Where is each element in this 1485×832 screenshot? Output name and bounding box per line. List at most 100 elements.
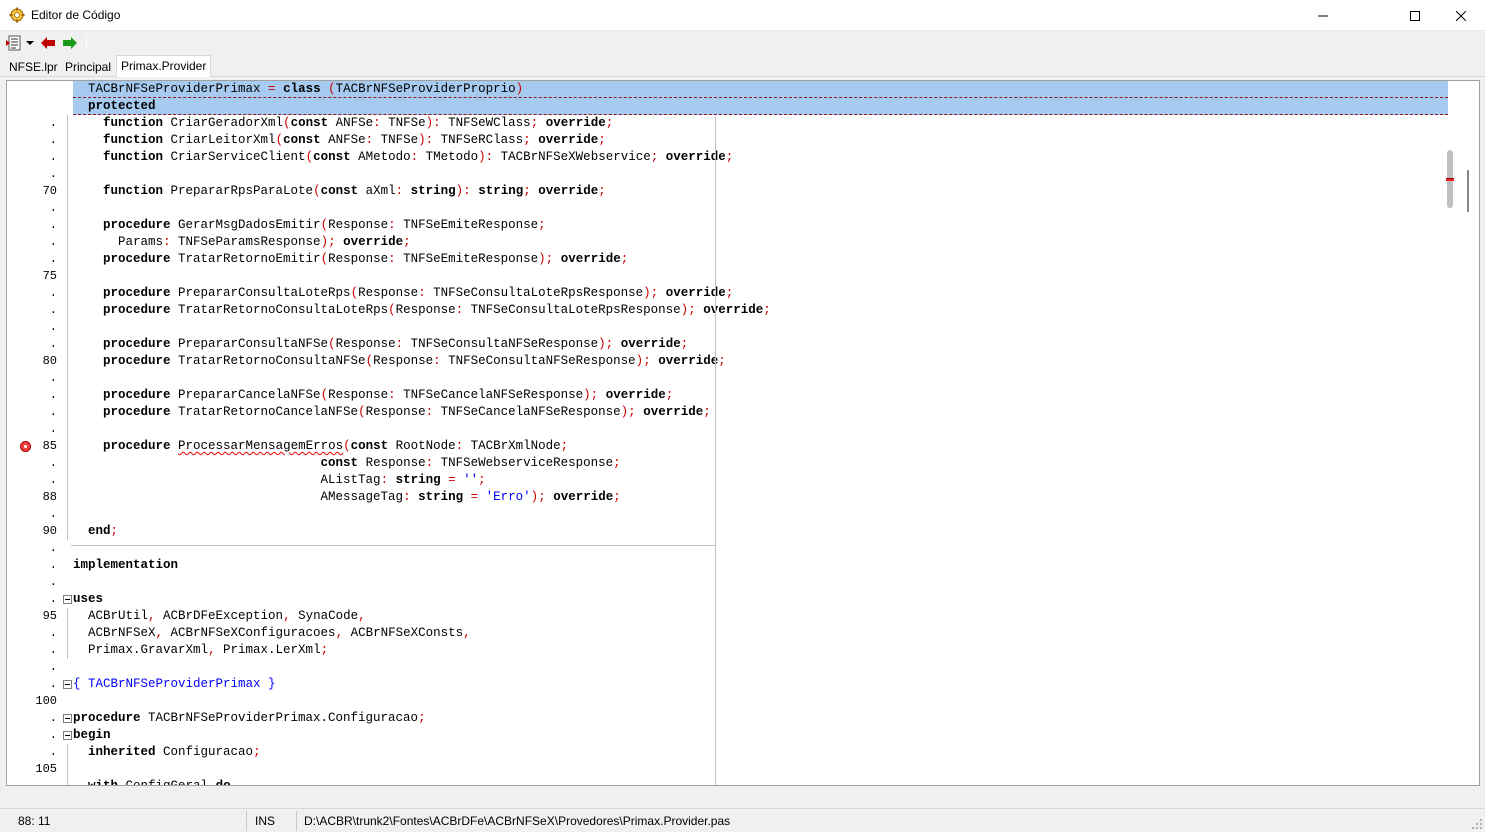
scrollbar-position-line <box>1467 170 1469 212</box>
code-line[interactable]: procedure GerarMsgDadosEmitir(Response: … <box>73 217 1448 234</box>
code-line[interactable]: function PrepararRpsParaLote(const aXml:… <box>73 183 1448 200</box>
file-path: D:\ACBR\trunk2\Fontes\ACBrDFe\ACBrNFSeX\… <box>304 814 731 828</box>
line-number: . <box>49 201 57 215</box>
code-line[interactable]: AMessageTag: string = 'Erro'); override; <box>73 489 1448 506</box>
fold-guide <box>67 115 68 540</box>
code-editor[interactable]: .... 70.... 75.... 80.... 85.. 88. 90.... 95...… <box>6 80 1480 786</box>
source-menu-button[interactable] <box>5 34 23 52</box>
breakpoint-error-icon[interactable] <box>20 441 31 452</box>
line-number: . <box>49 660 57 674</box>
forward-button[interactable] <box>62 34 78 52</box>
line-number: . <box>49 371 57 385</box>
code-line[interactable] <box>73 370 1448 387</box>
error-marker <box>1446 178 1454 181</box>
code-line[interactable] <box>73 200 1448 217</box>
line-number: . <box>49 456 57 470</box>
line-number: . <box>49 592 57 606</box>
code-line[interactable] <box>73 506 1448 523</box>
line-number <box>7 81 57 98</box>
app-icon <box>9 7 25 23</box>
code-line[interactable]: AListTag: string = ''; <box>73 472 1448 489</box>
code-line[interactable] <box>73 421 1448 438</box>
tab-principal[interactable]: Principal <box>61 57 115 77</box>
code-line[interactable] <box>73 574 1448 591</box>
code-line[interactable]: procedure PrepararCancelaNFSe(Response: … <box>73 387 1448 404</box>
status-divider <box>246 811 247 831</box>
line-number: . <box>49 745 57 759</box>
code-line[interactable]: Primax.GravarXml, Primax.LerXml; <box>73 642 1448 659</box>
code-line[interactable]: ACBrUtil, ACBrDFeException, SynaCode, <box>73 608 1448 625</box>
line-number: 85 <box>42 439 57 453</box>
code-line[interactable]: procedure TratarRetornoCancelaNFSe(Respo… <box>73 404 1448 421</box>
line-number: . <box>49 728 57 742</box>
code-line[interactable]: function CriarLeitorXml(const ANFSe: TNF… <box>73 132 1448 149</box>
line-number: 80 <box>42 354 57 368</box>
code-line[interactable]: procedure TratarRetornoEmitir(Response: … <box>73 251 1448 268</box>
code-line[interactable]: procedure TACBrNFSeProviderPrimax.Config… <box>73 710 1448 727</box>
window-title: Editor de Código <box>31 8 121 22</box>
line-number: 70 <box>42 184 57 198</box>
code-line[interactable]: protected <box>73 98 1448 115</box>
code-line[interactable] <box>73 319 1448 336</box>
code-line[interactable]: implementation <box>73 557 1448 574</box>
status-bar: 88: 11 INS D:\ACBR\trunk2\Fontes\ACBrDFe… <box>0 808 1485 832</box>
line-number: . <box>49 320 57 334</box>
code-line[interactable]: function CriarGeradorXml(const ANFSe: TN… <box>73 115 1448 132</box>
code-line[interactable]: { TACBrNFSeProviderPrimax } <box>73 676 1448 693</box>
code-line[interactable]: const Response: TNFSeWebserviceResponse; <box>73 455 1448 472</box>
code-line[interactable]: end; <box>73 523 1448 540</box>
code-line[interactable] <box>73 693 1448 710</box>
code-line[interactable]: uses <box>73 591 1448 608</box>
code-line[interactable]: TACBrNFSeProviderPrimax = class (TACBrNF… <box>73 81 1448 98</box>
line-number: . <box>49 150 57 164</box>
close-button[interactable] <box>1438 0 1484 31</box>
line-number: 75 <box>42 269 57 283</box>
line-number: . <box>49 541 57 555</box>
code-line[interactable] <box>73 268 1448 285</box>
line-number: . <box>49 252 57 266</box>
code-line[interactable]: procedure ProcessarMensagemErros(const R… <box>73 438 1448 455</box>
line-number: . <box>49 133 57 147</box>
dropdown-arrow-icon <box>26 41 34 45</box>
code-line[interactable]: procedure TratarRetornoConsultaNFSe(Resp… <box>73 353 1448 370</box>
code-line[interactable]: ACBrNFSeX, ACBrNFSeXConfiguracoes, ACBrN… <box>73 625 1448 642</box>
code-line[interactable]: begin <box>73 727 1448 744</box>
code-line[interactable] <box>73 659 1448 676</box>
code-line[interactable] <box>73 540 1448 557</box>
code-line[interactable]: procedure TratarRetornoConsultaLoteRps(R… <box>73 302 1448 319</box>
code-line[interactable] <box>73 761 1448 778</box>
line-number: . <box>49 711 57 725</box>
back-arrow-icon <box>41 37 55 49</box>
line-number: . <box>49 303 57 317</box>
toolbar <box>0 31 1485 55</box>
dropdown-button[interactable] <box>25 34 35 52</box>
code-line[interactable]: inherited Configuracao; <box>73 744 1448 761</box>
resize-grip-icon[interactable] <box>1471 818 1483 830</box>
code-line[interactable]: Params: TNFSeParamsResponse); override; <box>73 234 1448 251</box>
line-number: . <box>49 337 57 351</box>
fold-guide <box>67 744 68 785</box>
minimize-button[interactable] <box>1300 0 1346 31</box>
tab-primax-provider[interactable]: Primax.Provider <box>116 55 212 77</box>
line-number: . <box>49 286 57 300</box>
line-number: . <box>49 235 57 249</box>
toolbar-separator <box>86 35 87 51</box>
code-line[interactable]: with ConfigGeral do <box>73 778 1448 785</box>
back-button[interactable] <box>40 34 56 52</box>
right-margin-line <box>715 116 716 785</box>
fold-toggle-icon[interactable] <box>63 731 72 740</box>
code-line[interactable] <box>73 166 1448 183</box>
code-line[interactable]: procedure PrepararConsultaNFSe(Response:… <box>73 336 1448 353</box>
fold-toggle-icon[interactable] <box>63 680 72 689</box>
fold-toggle-icon[interactable] <box>63 714 72 723</box>
line-number-gutter[interactable]: .... 70.... 75.... 80.... 85.. 88. 90.... 95...… <box>7 81 69 785</box>
maximize-button[interactable] <box>1392 0 1438 31</box>
code-area[interactable]: TACBrNFSeProviderPrimax = class (TACBrNF… <box>73 81 1448 785</box>
title-bar: Editor de Código <box>0 0 1485 31</box>
line-number: . <box>49 643 57 657</box>
line-number: . <box>49 405 57 419</box>
code-line[interactable]: procedure PrepararConsultaLoteRps(Respon… <box>73 285 1448 302</box>
code-line[interactable]: function CriarServiceClient(const AMetod… <box>73 149 1448 166</box>
fold-toggle-icon[interactable] <box>63 595 72 604</box>
tab-nfse-lpr[interactable]: NFSE.lpr <box>5 57 62 77</box>
